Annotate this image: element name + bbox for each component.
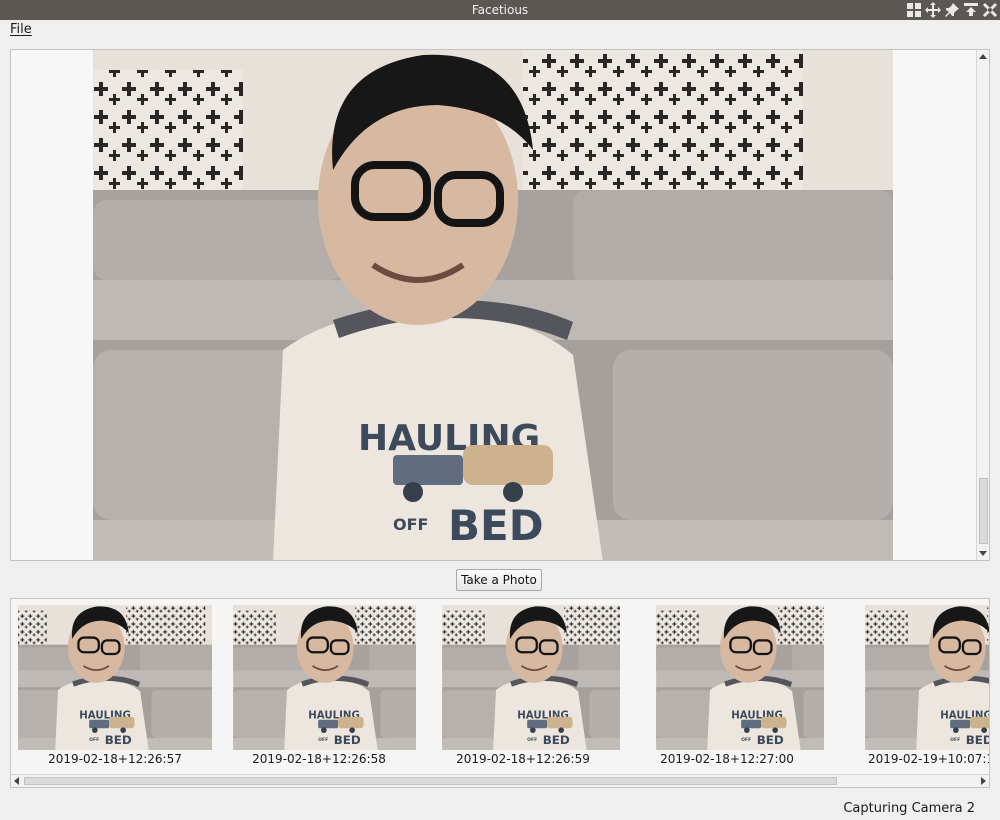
grid-icon[interactable] <box>906 2 922 18</box>
scroll-right-arrow-icon[interactable] <box>981 777 986 785</box>
photo-timestamp: 2019-02-18+12:27:00 <box>660 752 794 766</box>
photo-gallery: 2019-02-18+12:26:57 2019-02-18+12:26:58 … <box>10 598 990 788</box>
maximize-icon[interactable] <box>963 2 979 18</box>
preview-scroll-thumb[interactable] <box>979 478 988 544</box>
close-icon[interactable] <box>982 2 998 18</box>
photo-timestamp: 2019-02-18+12:26:58 <box>252 752 386 766</box>
gallery-item[interactable]: 2019-02-18+12:27:00 <box>630 605 824 766</box>
scroll-left-arrow-icon[interactable] <box>14 777 19 785</box>
photo-thumbnail[interactable] <box>834 605 990 750</box>
status-bar-text: Capturing Camera 2 <box>843 801 975 816</box>
photo-timestamp: 2019-02-19+10:07:1 <box>867 752 990 766</box>
gallery-item[interactable]: 2019-02-18+12:26:59 <box>426 605 620 766</box>
photo-thumbnail[interactable] <box>630 605 824 750</box>
window-titlebar: Facetious <box>0 0 1000 20</box>
gallery-item[interactable]: 2019-02-19+10:07:1 <box>834 605 990 766</box>
camera-preview-image <box>11 50 989 560</box>
photo-timestamp: 2019-02-18+12:26:57 <box>48 752 182 766</box>
gallery-item[interactable]: 2019-02-18+12:26:57 <box>18 605 212 766</box>
gallery-item[interactable]: 2019-02-18+12:26:58 <box>222 605 416 766</box>
take-photo-button[interactable]: Take a Photo <box>456 569 542 591</box>
gallery-scroll-thumb[interactable] <box>24 777 837 785</box>
preview-vertical-scrollbar[interactable] <box>976 50 989 560</box>
thumbnail-strip: 2019-02-18+12:26:57 2019-02-18+12:26:58 … <box>18 605 990 766</box>
menu-bar: File <box>0 20 1000 40</box>
window-title: Facetious <box>471 3 529 17</box>
window-controls <box>906 2 998 18</box>
scroll-up-arrow-icon[interactable] <box>979 54 987 59</box>
photo-thumbnail[interactable] <box>18 605 212 750</box>
photo-timestamp: 2019-02-18+12:26:59 <box>456 752 590 766</box>
menu-file[interactable]: File <box>10 22 32 37</box>
gallery-horizontal-scrollbar[interactable] <box>11 774 989 787</box>
scroll-down-arrow-icon[interactable] <box>979 551 987 556</box>
camera-preview-panel <box>10 49 990 561</box>
photo-thumbnail[interactable] <box>222 605 416 750</box>
move-icon[interactable] <box>925 2 941 18</box>
photo-thumbnail[interactable] <box>426 605 620 750</box>
pin-icon[interactable] <box>944 2 960 18</box>
